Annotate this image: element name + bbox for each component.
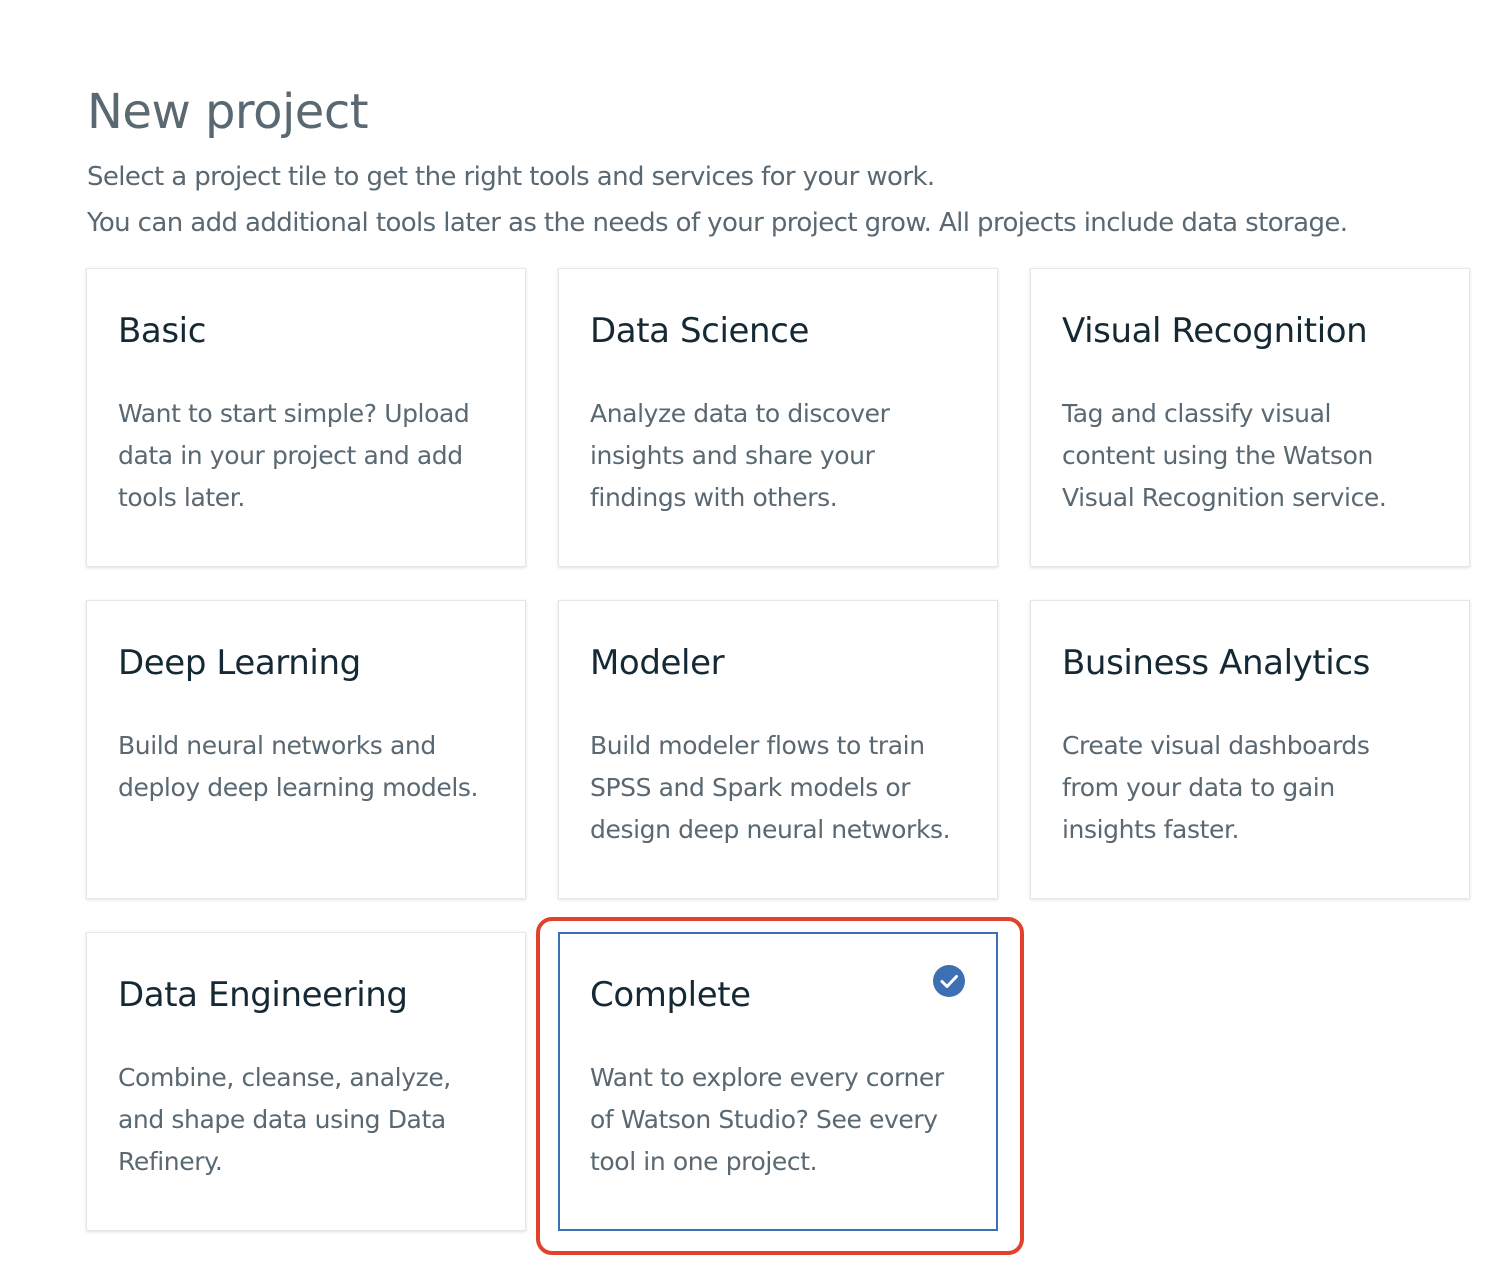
project-tile-complete[interactable]: Complete Want to explore every corner of… (558, 932, 998, 1231)
tile-description: Create visual dashboards from your data … (1062, 731, 1370, 844)
page-title: New project (87, 84, 369, 140)
project-tile-data-engineering[interactable]: Data Engineering Combine, cleanse, analy… (86, 932, 526, 1231)
tile-title: Complete (590, 975, 751, 1015)
tile-description: Want to explore every corner of Watson S… (590, 1063, 944, 1176)
tile-description: Combine, cleanse, analyze, and shape dat… (118, 1063, 451, 1176)
tile-description: Want to start simple? Upload data in you… (118, 399, 470, 512)
project-tile-basic[interactable]: Basic Want to start simple? Upload data … (86, 268, 526, 567)
tile-title: Deep Learning (118, 643, 361, 683)
tile-title: Business Analytics (1062, 643, 1370, 683)
project-tile-business-analytics[interactable]: Business Analytics Create visual dashboa… (1030, 600, 1470, 899)
project-tile-visual-recognition[interactable]: Visual Recognition Tag and classify visu… (1030, 268, 1470, 567)
tile-description: Build modeler flows to train SPSS and Sp… (590, 731, 951, 844)
project-tile-data-science[interactable]: Data Science Analyze data to discover in… (558, 268, 998, 567)
tile-title: Data Science (590, 311, 809, 351)
project-tile-modeler[interactable]: Modeler Build modeler flows to train SPS… (558, 600, 998, 899)
page-subtitle-line-2: You can add additional tools later as th… (87, 208, 1348, 238)
project-tile-deep-learning[interactable]: Deep Learning Build neural networks and … (86, 600, 526, 899)
checkmark-circle-icon (933, 965, 965, 997)
tile-description: Tag and classify visual content using th… (1062, 399, 1387, 512)
tile-title: Modeler (590, 643, 725, 683)
tile-title: Visual Recognition (1062, 311, 1368, 351)
tile-description: Build neural networks and deploy deep le… (118, 731, 479, 802)
page-subtitle-line-1: Select a project tile to get the right t… (87, 162, 935, 192)
tile-title: Basic (118, 311, 207, 351)
tile-description: Analyze data to discover insights and sh… (590, 399, 890, 512)
tile-title: Data Engineering (118, 975, 408, 1015)
